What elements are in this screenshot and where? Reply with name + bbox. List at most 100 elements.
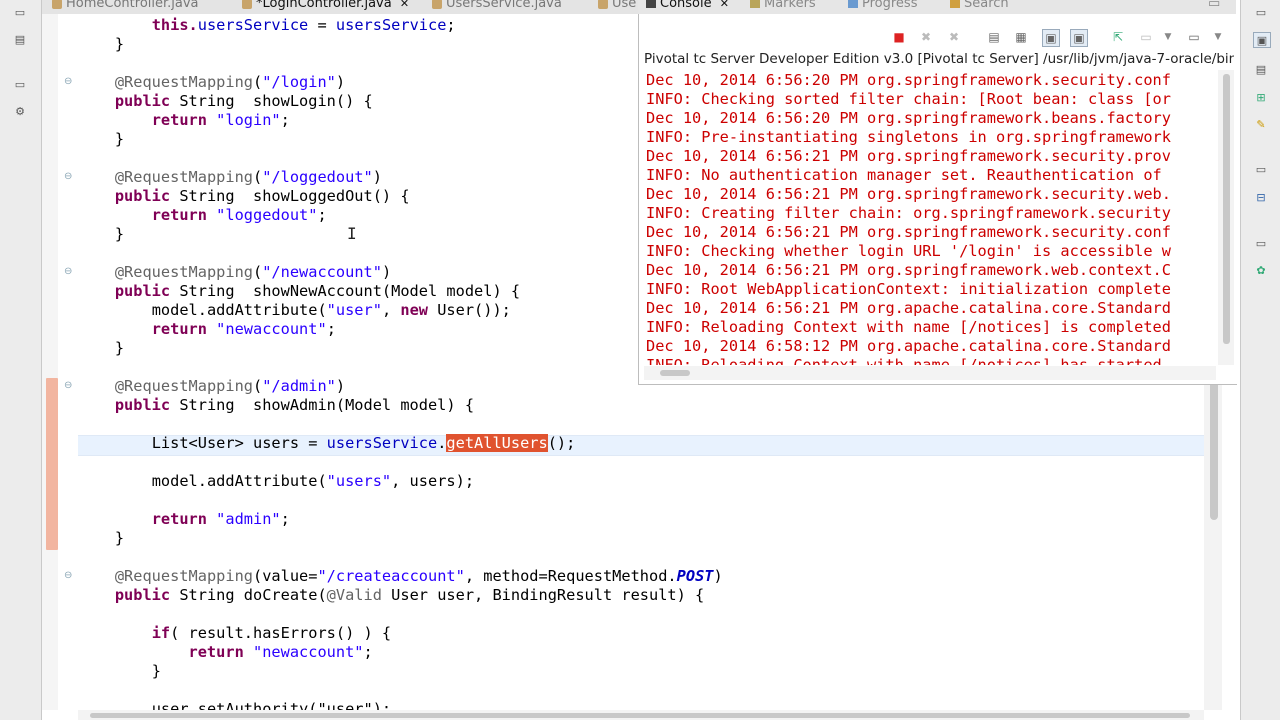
- code-line: }: [114, 529, 125, 547]
- console-horizontal-scrollbar[interactable]: [644, 366, 1216, 380]
- console-vertical-scroll-thumb[interactable]: [1223, 74, 1230, 344]
- minimize-icon[interactable]: ▭: [12, 5, 28, 19]
- tab-progress[interactable]: Progress: [848, 0, 917, 11]
- selected-method-name[interactable]: getAllUsers: [446, 434, 548, 452]
- console-tab-bar: Console ✕ Markers Progress Search ▭: [638, 0, 1236, 14]
- show-on-stderr-icon[interactable]: ▣: [1070, 29, 1088, 47]
- code-line: @RequestMapping("/admin"): [114, 377, 346, 395]
- code-line: return "loggedout";: [151, 206, 327, 224]
- code-line: public String showAdmin(Model model) {: [114, 396, 475, 414]
- tab-home-controller[interactable]: HomeController.java: [52, 0, 199, 14]
- fold-toggle-icon[interactable]: ⊖: [64, 267, 74, 277]
- fold-toggle-icon[interactable]: ⊖: [64, 77, 74, 87]
- console-line: Dec 10, 2014 6:58:12 PM org.apache.catal…: [646, 337, 1171, 355]
- code-line: public String showLoggedOut() {: [114, 187, 410, 205]
- terminate-icon[interactable]: ■: [891, 29, 907, 45]
- search-icon: [950, 0, 960, 8]
- text-cursor-icon: I: [347, 224, 357, 243]
- fold-toggle-icon[interactable]: ⊖: [64, 172, 74, 182]
- remove-all-icon[interactable]: ✖: [946, 29, 962, 45]
- tab-search[interactable]: Search: [950, 0, 1009, 11]
- minimize-icon[interactable]: ▭: [1253, 5, 1269, 19]
- minimize-view-icon[interactable]: ▭: [1208, 0, 1220, 11]
- console-line: INFO: Reloading Context with name [/noti…: [646, 356, 1162, 365]
- tab-markers[interactable]: Markers: [750, 0, 816, 11]
- tab-console[interactable]: Console ✕: [646, 0, 729, 11]
- right-trim-bar: ▭ ▣ ▤ ⊞ ✎ ▭ ⊟ ▭ ✿: [1240, 0, 1280, 720]
- fold-toggle-icon[interactable]: ⊖: [64, 381, 74, 391]
- clear-console-icon[interactable]: ▤: [986, 29, 1002, 45]
- remove-launch-icon[interactable]: ✖: [918, 29, 934, 45]
- code-line: return "login";: [151, 111, 290, 129]
- console-line: INFO: Reloading Context with name [/noti…: [646, 318, 1171, 336]
- java-file-icon: [52, 0, 62, 9]
- console-line: INFO: Checking whether login URL '/login…: [646, 242, 1171, 260]
- code-line: return "newaccount";: [151, 320, 336, 338]
- minimize-icon[interactable]: ▭: [12, 77, 28, 91]
- tasks-icon[interactable]: ✎: [1253, 117, 1269, 131]
- editor-vertical-scroll-thumb[interactable]: [1210, 380, 1218, 520]
- minimize-icon[interactable]: ▭: [1253, 236, 1269, 250]
- display-console-icon[interactable]: ▭: [1138, 29, 1154, 45]
- console-icon: [646, 0, 656, 8]
- package-explorer-icon[interactable]: ▤: [12, 32, 28, 46]
- code-line: }: [114, 130, 125, 148]
- java-file-icon: [242, 0, 252, 9]
- java-file-icon: [598, 0, 608, 9]
- code-line: @RequestMapping("/newaccount"): [114, 263, 392, 281]
- view-menu-icon[interactable]: ▼: [1210, 29, 1226, 45]
- console-line: Dec 10, 2014 6:56:21 PM org.apache.catal…: [646, 299, 1171, 317]
- code-line: List<User> users = usersService.getAllUs…: [151, 434, 576, 452]
- minimize-icon[interactable]: ▭: [1253, 162, 1269, 176]
- code-line: }: [151, 662, 161, 680]
- change-marker: [46, 378, 58, 550]
- tab-truncated[interactable]: Use: [598, 0, 636, 14]
- console-line: Dec 10, 2014 6:56:20 PM org.springframew…: [646, 109, 1171, 127]
- chevron-down-icon[interactable]: ▼: [1160, 29, 1176, 45]
- console-line: Dec 10, 2014 6:56:21 PM org.springframew…: [646, 147, 1171, 165]
- console-line: Dec 10, 2014 6:56:21 PM org.springframew…: [646, 185, 1171, 203]
- close-icon[interactable]: ✕: [400, 0, 409, 10]
- code-line: this.usersService = usersService;: [151, 16, 456, 34]
- spring-explorer-icon[interactable]: ✿: [1253, 263, 1269, 277]
- tab-users-service[interactable]: UsersService.java: [432, 0, 562, 14]
- servers-icon[interactable]: ⊞: [1253, 90, 1269, 104]
- console-line: INFO: Root WebApplicationContext: initia…: [646, 280, 1171, 298]
- console-line: INFO: Pre-instantiating singletons in or…: [646, 128, 1171, 146]
- hierarchy-icon[interactable]: ⊟: [1253, 190, 1269, 204]
- code-line: @RequestMapping("/loggedout"): [114, 168, 382, 186]
- code-line: model.addAttribute("user", new User());: [151, 301, 511, 319]
- code-line: }: [114, 225, 125, 243]
- code-line: model.addAttribute("users", users);: [151, 472, 475, 490]
- code-line: }: [114, 339, 125, 357]
- editor-tab-bar: HomeController.java *LoginController.jav…: [42, 0, 638, 14]
- show-on-stdout-icon[interactable]: ▣: [1042, 29, 1060, 47]
- code-line: @RequestMapping("/login"): [114, 73, 346, 91]
- progress-icon: [848, 0, 858, 8]
- code-line: if( result.hasErrors() ) {: [151, 624, 392, 642]
- editor-ruler: [42, 14, 58, 710]
- code-line: return "newaccount";: [188, 643, 373, 661]
- console-process-label: Pivotal tc Server Developer Edition v3.0…: [644, 51, 1234, 67]
- console-horizontal-scroll-thumb[interactable]: [660, 370, 690, 376]
- task-list-icon[interactable]: ▤: [1253, 62, 1269, 76]
- code-line: @RequestMapping(value="/createaccount", …: [114, 567, 723, 585]
- pin-console-icon[interactable]: ⇱: [1110, 29, 1126, 45]
- markers-icon: [750, 0, 760, 8]
- open-console-icon[interactable]: ▭: [1186, 29, 1202, 45]
- outline-icon[interactable]: ⚙: [12, 104, 28, 118]
- console-line: INFO: Checking sorted filter chain: [Roo…: [646, 90, 1171, 108]
- console-line: INFO: Creating filter chain: org.springf…: [646, 204, 1171, 222]
- java-file-icon: [432, 0, 442, 9]
- code-line: public String showLogin() {: [114, 92, 373, 110]
- close-icon[interactable]: ✕: [720, 0, 729, 10]
- code-line: }: [114, 35, 125, 53]
- scroll-lock-icon[interactable]: ▦: [1013, 29, 1029, 45]
- console-output[interactable]: Dec 10, 2014 6:56:20 PM org.springframew…: [646, 71, 1218, 365]
- fold-toggle-icon[interactable]: ⊖: [64, 571, 74, 581]
- code-line: return "admin";: [151, 510, 290, 528]
- console-icon[interactable]: ▣: [1253, 32, 1271, 48]
- left-trim-bar: ▭ ▤ ▭ ⚙: [0, 0, 42, 720]
- tab-login-controller[interactable]: *LoginController.java ✕: [242, 0, 409, 14]
- editor-horizontal-scroll-thumb[interactable]: [90, 713, 1190, 718]
